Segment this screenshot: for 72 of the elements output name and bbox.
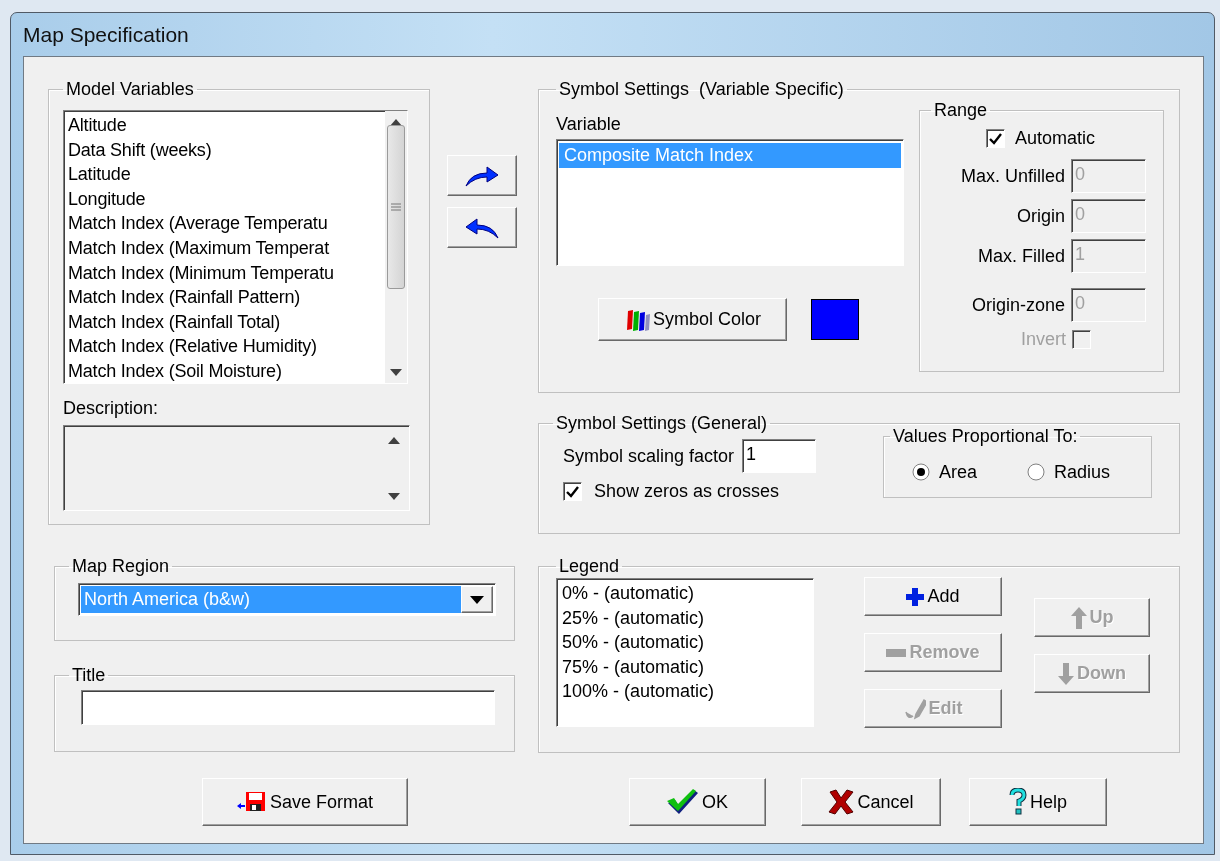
dropdown-caret-icon[interactable] (461, 586, 493, 613)
add-variable-button[interactable] (447, 155, 517, 196)
symbol-color-button[interactable]: Symbol Color (598, 298, 787, 341)
window-title: Map Specification (23, 22, 189, 47)
scroll-up-icon[interactable] (388, 436, 400, 444)
save-button[interactable]: Save Format (202, 778, 408, 826)
remove-variable-button[interactable] (447, 207, 517, 248)
cancel-button[interactable]: Cancel (801, 778, 941, 826)
list-item[interactable]: 100% - (automatic) (557, 679, 813, 704)
up-arrow-icon (1070, 606, 1087, 629)
group-label: Symbol Settings (Variable Specific) (558, 79, 845, 100)
color-swatch[interactable] (811, 299, 859, 340)
grip-icon (391, 203, 401, 211)
curved-arrow-icon (465, 216, 499, 239)
group-label: Title (71, 665, 107, 686)
radio-button[interactable] (1027, 463, 1045, 481)
description-label: Description: (63, 398, 160, 419)
list-item[interactable]: 25% - (automatic) (557, 605, 813, 631)
field-label: Symbol scaling factor (563, 445, 735, 467)
list-item[interactable]: Longitude (64, 186, 385, 212)
scaling-input-field[interactable]: 1 (742, 439, 817, 473)
radio-label: Radius (1054, 461, 1111, 483)
checkbox-label: Automatic (1015, 128, 1096, 149)
checkmark-icon (667, 789, 699, 815)
group-label: Model Variables (65, 79, 195, 100)
add-button[interactable]: Add (864, 577, 1002, 616)
field-label: Max. Filled (977, 245, 1065, 267)
list-item[interactable]: Match Index (Rainfall Pattern) (64, 285, 385, 310)
field-label: Origin-zone (971, 294, 1065, 316)
scroll-down-icon[interactable] (388, 492, 400, 500)
scrollbar[interactable] (385, 111, 407, 383)
plus-icon (906, 587, 925, 606)
group-label: Legend (558, 556, 621, 577)
x-mark-icon (828, 789, 855, 815)
list-item[interactable]: 0% - (automatic) (557, 581, 813, 606)
list-item[interactable]: Match Index (Minimum Temperatu (64, 260, 385, 286)
list-item[interactable]: Altitude (64, 113, 385, 138)
variables-list[interactable] (63, 110, 408, 384)
group-label: Range (933, 100, 989, 121)
variable-label: Variable (556, 114, 622, 135)
group-label: Symbol Settings (General) (555, 413, 769, 434)
ok-button[interactable]: OK (629, 778, 766, 826)
radio-label: Area (939, 461, 978, 483)
dropdown-value: North America (b&w) (81, 586, 461, 613)
checkbox[interactable] (563, 482, 582, 501)
checkbox-label: Invert (1020, 329, 1066, 350)
down-arrow-icon (1058, 662, 1074, 685)
list-item[interactable]: 50% - (automatic) (557, 630, 813, 655)
list-item[interactable]: Match Index (Average Temperatu (64, 211, 385, 236)
help-button[interactable]: Help (969, 778, 1107, 826)
group-label: Values Proportional To: (892, 426, 1079, 447)
legend-list[interactable]: 0% - (automatic) 25% - (automatic) 50% - (automatic) 75% - (automatic) 100% - (automatic) (556, 578, 814, 727)
field-label: Max. Unfilled (960, 165, 1065, 187)
list-item[interactable]: Match Index (Soil Moisture) (64, 358, 385, 383)
list-item[interactable]: 75% - (automatic) (557, 654, 813, 680)
group-label: Map Region (71, 556, 171, 577)
checkbox-label: Show zeros as crosses (594, 481, 780, 502)
list-item[interactable]: Latitude (64, 162, 385, 187)
pencil-icon (903, 697, 926, 720)
list-item[interactable]: Match Index (Relative Humidity) (64, 334, 385, 359)
title-input-field[interactable] (81, 690, 495, 725)
list-item[interactable]: Match Index (Maximum Temperat (64, 235, 385, 261)
field-label: Origin (1017, 205, 1065, 227)
floppy-disk-icon (236, 791, 267, 813)
curved-arrow-icon (465, 164, 499, 187)
list-item[interactable]: Data Shift (weeks) (64, 137, 385, 163)
minus-icon (886, 648, 907, 657)
scroll-down-icon[interactable] (390, 368, 402, 376)
list-item[interactable]: Match Index (Rainfall Total) (64, 309, 385, 335)
radio-button[interactable] (912, 463, 930, 481)
question-mark-icon (1009, 788, 1027, 816)
checkbox[interactable] (986, 129, 1005, 148)
